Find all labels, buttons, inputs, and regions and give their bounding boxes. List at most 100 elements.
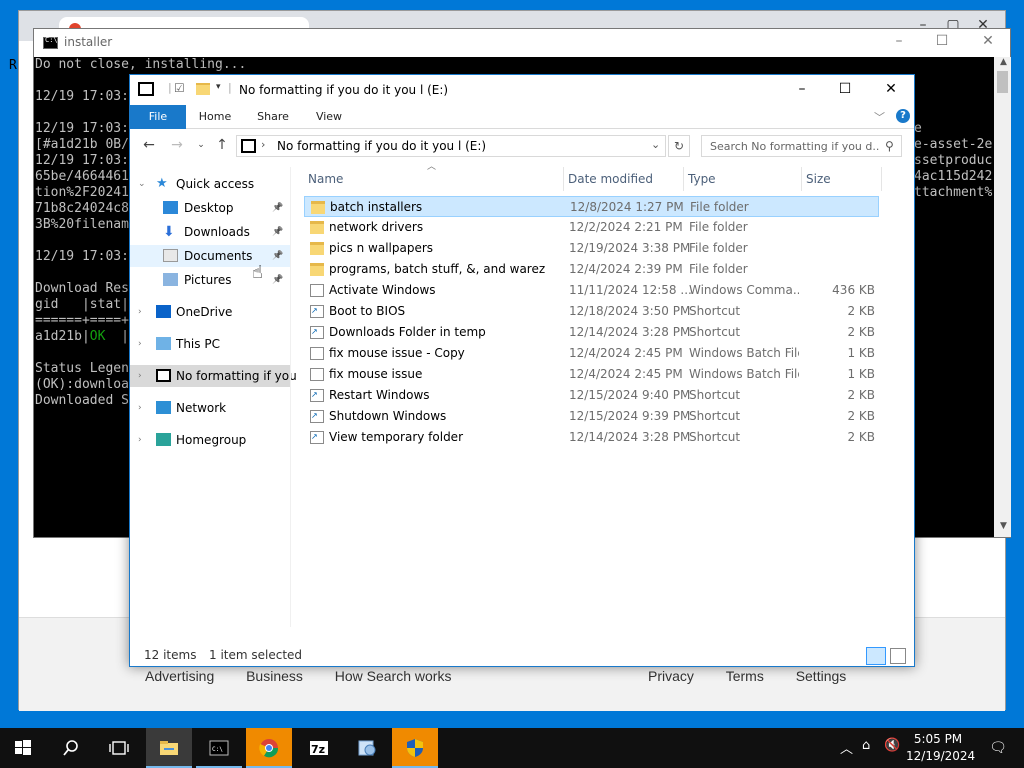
file-row[interactable]: Shutdown Windows 12/15/2024 9:39 PMShortc… xyxy=(304,406,879,427)
scroll-down-icon[interactable]: ▼ xyxy=(995,521,1012,531)
tab-home[interactable]: Home xyxy=(192,105,238,129)
close-icon[interactable]: ✕ xyxy=(879,81,903,97)
expand-chevron-icon[interactable]: › xyxy=(138,429,142,451)
file-row[interactable]: pics n wallpapers 12/19/2024 3:38 PM File … xyxy=(304,238,879,259)
taskbar-file-explorer[interactable] xyxy=(146,728,192,768)
settings-link[interactable]: Settings xyxy=(796,668,847,684)
file-row[interactable]: fix mouse issue 12/4/2024 2:45 PM Windows … xyxy=(304,364,879,385)
file-row[interactable]: Downloads Folder in temp 12/14/2024 3:28 … xyxy=(304,322,879,343)
tab-file[interactable]: File xyxy=(130,105,186,129)
nav-item-pictures[interactable]: Pictures 📌 xyxy=(130,269,290,291)
pin-icon[interactable]: 📌 xyxy=(272,269,283,291)
nav-item-onedrive[interactable]: › OneDrive xyxy=(130,301,290,323)
search-icon[interactable]: ⚲ xyxy=(885,139,894,153)
close-icon[interactable]: ✕ xyxy=(977,33,999,49)
scrollbar-thumb[interactable] xyxy=(997,71,1008,93)
pin-icon[interactable]: 📌 xyxy=(272,245,283,267)
action-center-icon[interactable]: 🗨 xyxy=(978,728,1018,768)
column-header-date-modified[interactable]: Date modified xyxy=(564,167,684,191)
file-name: Boot to BIOS xyxy=(329,304,406,318)
help-icon[interactable]: ? xyxy=(896,109,910,123)
nav-item-this-pc[interactable]: › This PC xyxy=(130,333,290,355)
minimize-icon[interactable]: – xyxy=(888,33,910,49)
taskbar-chrome[interactable] xyxy=(246,728,292,768)
nav-item-documents[interactable]: Documents 📌 xyxy=(130,245,290,267)
address-bar[interactable]: › No formatting if you do it you l (E:) … xyxy=(236,135,666,157)
expand-chevron-icon[interactable]: › xyxy=(138,365,142,387)
nav-item-desktop[interactable]: Desktop 📌 xyxy=(130,197,290,219)
file-row[interactable]: Restart Windows 12/15/2024 9:40 PMShortcu… xyxy=(304,385,879,406)
business-link[interactable]: Business xyxy=(246,668,303,684)
address-dropdown-icon[interactable]: ⌄ xyxy=(651,138,660,151)
console-titlebar[interactable]: C:\ installer – ☐ ✕ xyxy=(34,29,1010,57)
file-size: 436 KB xyxy=(832,283,875,297)
taskbar-admin-app[interactable] xyxy=(392,728,438,768)
recent-locations-icon[interactable]: ⌄ xyxy=(192,140,210,150)
separator: | xyxy=(168,81,172,94)
volume-muted-icon[interactable]: 🔇 xyxy=(884,738,900,753)
explorer-titlebar[interactable]: | ☑ ▾ | No formatting if you do it you l… xyxy=(130,75,914,105)
search-button[interactable] xyxy=(48,728,94,768)
maximize-icon[interactable]: ☐ xyxy=(833,81,857,97)
taskbar-command-prompt[interactable]: C:\ xyxy=(196,728,242,768)
file-row[interactable]: View temporary folder 12/14/2024 3:28 PMS… xyxy=(304,427,879,448)
file-type: Shortcut xyxy=(689,325,741,339)
maximize-icon[interactable]: ☐ xyxy=(931,33,953,49)
expand-chevron-icon[interactable]: › xyxy=(138,333,142,355)
column-header-name[interactable]: Name xyxy=(304,167,564,191)
expand-ribbon-icon[interactable]: ﹀ xyxy=(874,109,885,125)
file-row[interactable]: fix mouse issue - Copy 12/4/2024 2:45 PM W… xyxy=(304,343,879,364)
scroll-up-icon[interactable]: ▲ xyxy=(995,57,1012,67)
details-view-icon[interactable] xyxy=(866,647,886,665)
back-arrow-icon[interactable]: ← xyxy=(140,137,158,153)
file-row[interactable]: network drivers 12/2/2024 2:21 PM File fol… xyxy=(304,217,879,238)
new-folder-icon[interactable] xyxy=(196,83,210,95)
file-explorer-window[interactable]: | ☑ ▾ | No formatting if you do it you l… xyxy=(129,74,915,667)
network-tray-icon[interactable]: ⌂ xyxy=(862,738,870,753)
customize-toolbar-icon[interactable]: ▾ xyxy=(216,82,221,92)
advertising-link[interactable]: Advertising xyxy=(145,668,214,684)
column-header-size[interactable]: Size xyxy=(802,167,882,191)
tab-share[interactable]: Share xyxy=(250,105,296,129)
up-arrow-icon[interactable]: ↑ xyxy=(213,137,231,153)
task-view-button[interactable] xyxy=(96,728,142,768)
file-name: programs, batch stuff, &, and warez xyxy=(329,262,546,276)
collapse-chevron-icon[interactable]: ⌄ xyxy=(138,173,146,195)
tab-view[interactable]: View xyxy=(306,105,352,129)
terms-link[interactable]: Terms xyxy=(726,668,764,684)
show-hidden-icons-icon[interactable]: ︿ xyxy=(840,738,853,757)
column-header-type[interactable]: Type xyxy=(684,167,802,191)
chrome-icon xyxy=(259,739,279,758)
taskbar-app[interactable] xyxy=(344,728,390,768)
taskbar-7zip[interactable]: 7z xyxy=(296,728,342,768)
file-row[interactable]: Activate Windows 11/11/2024 12:58 ... Wind… xyxy=(304,280,879,301)
file-type: Windows Batch File xyxy=(689,367,799,381)
breadcrumb-chevron-icon[interactable]: › xyxy=(261,138,265,151)
console-scrollbar[interactable]: ▲ ▼ xyxy=(994,57,1011,537)
properties-icon[interactable]: ☑ xyxy=(174,81,185,95)
pin-icon[interactable]: 📌 xyxy=(272,197,283,219)
forward-arrow-icon[interactable]: → xyxy=(168,137,186,153)
privacy-link[interactable]: Privacy xyxy=(648,668,694,684)
minimize-icon[interactable]: – xyxy=(790,81,814,97)
file-type: Shortcut xyxy=(689,388,741,402)
how-search-works-link[interactable]: How Search works xyxy=(335,668,452,684)
nav-item-quick-access[interactable]: ⌄ ★ Quick access xyxy=(130,173,290,195)
nav-item-homegroup[interactable]: › Homegroup xyxy=(130,429,290,451)
nav-item-downloads[interactable]: ⬇ Downloads 📌 xyxy=(130,221,290,243)
nav-item-no-formatting-if-you[interactable]: › No formatting if you xyxy=(130,365,297,387)
start-button[interactable] xyxy=(0,728,46,768)
file-row[interactable]: Boot to BIOS 12/18/2024 3:50 PMShortcut 2 … xyxy=(304,301,879,322)
expand-chevron-icon[interactable]: › xyxy=(138,301,142,323)
expand-chevron-icon[interactable]: › xyxy=(138,397,142,419)
address-path[interactable]: No formatting if you do it you l (E:) xyxy=(277,139,486,153)
file-row[interactable]: batch installers 12/8/2024 1:27 PM File fo… xyxy=(304,196,879,217)
refresh-icon[interactable]: ↻ xyxy=(668,135,690,157)
pin-icon[interactable]: 📌 xyxy=(272,221,283,243)
large-icons-view-icon[interactable] xyxy=(890,648,906,664)
pane-divider[interactable] xyxy=(290,167,291,627)
file-row[interactable]: programs, batch stuff, &, and warez 12/4/… xyxy=(304,259,879,280)
taskbar-clock[interactable]: 5:05 PM 12/19/2024 xyxy=(906,731,975,765)
nav-item-network[interactable]: › Network xyxy=(130,397,290,419)
search-input[interactable]: Search No formatting if you d... ⚲ xyxy=(701,135,902,157)
